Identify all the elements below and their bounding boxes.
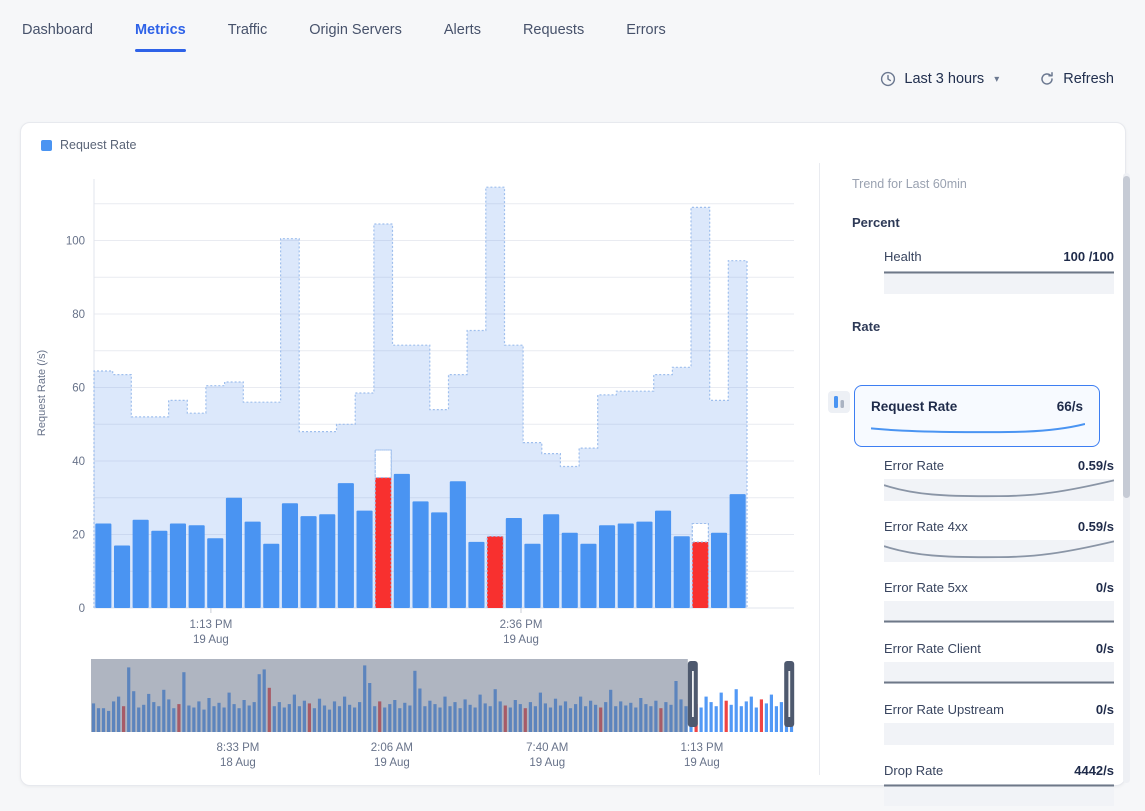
svg-text:0: 0 bbox=[79, 603, 85, 615]
section-heading-rate: Rate bbox=[852, 319, 880, 334]
metric-label: Error Rate 5xx bbox=[884, 580, 968, 595]
sparkline-dip-rise bbox=[884, 540, 1114, 562]
svg-text:1:13 PM: 1:13 PM bbox=[189, 619, 232, 631]
svg-text:18 Aug: 18 Aug bbox=[220, 757, 256, 769]
spark-area bbox=[884, 784, 1114, 806]
metric-label: Error Rate Client bbox=[884, 641, 981, 656]
metric-value: 0/s bbox=[1096, 641, 1114, 656]
metric-label: Error Rate bbox=[884, 458, 944, 473]
svg-text:19 Aug: 19 Aug bbox=[374, 757, 410, 769]
metric-value: 66/s bbox=[1057, 399, 1083, 414]
request-rate-chart[interactable]: 0 20 40 60 80 100 Request Rate (/s) 1:13 PM 19 A… bbox=[21, 123, 821, 787]
sparkline-dip-rise bbox=[884, 479, 1114, 501]
svg-text:80: 80 bbox=[72, 309, 85, 321]
brush-handle-left[interactable] bbox=[688, 661, 698, 727]
trend-title: Trend for Last 60min bbox=[852, 177, 967, 191]
sparkline-flat-bottom bbox=[884, 601, 1114, 623]
spark-area bbox=[884, 662, 1114, 684]
sparkline-flat-top bbox=[884, 784, 1114, 806]
clock-icon bbox=[880, 71, 896, 87]
metric-value: 0.59/s bbox=[1078, 458, 1114, 473]
svg-text:2:06 AM: 2:06 AM bbox=[371, 742, 413, 754]
nav-item-origin-servers[interactable]: Origin Servers bbox=[309, 22, 402, 52]
sidebar-scrollbar-thumb[interactable] bbox=[1123, 176, 1130, 498]
svg-text:7:40 AM: 7:40 AM bbox=[526, 742, 568, 754]
chevron-down-icon: ▾ bbox=[994, 74, 999, 85]
metric-card-request-rate-selected[interactable]: Request Rate 66/s bbox=[854, 385, 1100, 447]
svg-text:Request Rate (/s): Request Rate (/s) bbox=[36, 350, 48, 436]
svg-text:19 Aug: 19 Aug bbox=[193, 634, 229, 646]
spark-area bbox=[884, 540, 1114, 562]
refresh-label: Refresh bbox=[1063, 71, 1114, 87]
time-range-button[interactable]: Last 3 hours ▾ bbox=[880, 71, 999, 87]
spark-area bbox=[884, 601, 1114, 623]
spark-holder bbox=[871, 422, 1085, 434]
bar-chart-icon[interactable] bbox=[828, 391, 850, 413]
nav-item-metrics[interactable]: Metrics bbox=[135, 22, 186, 52]
metric-row-error-rate[interactable]: Error Rate 0.59/s bbox=[884, 458, 1114, 506]
metric-row-error-rate-5xx[interactable]: Error Rate 5xx 0/s bbox=[884, 580, 1114, 628]
metric-row-error-rate-4xx[interactable]: Error Rate 4xx 0.59/s bbox=[884, 519, 1114, 567]
nav-item-dashboard[interactable]: Dashboard bbox=[22, 22, 93, 52]
metric-value: 100 /100 bbox=[1063, 249, 1114, 264]
sparkline-dip-rise-blue bbox=[871, 423, 1085, 435]
metric-row-drop-rate[interactable]: Drop Rate 4442/s bbox=[884, 763, 1114, 811]
metric-label: Health bbox=[884, 249, 922, 264]
metric-label: Request Rate bbox=[871, 399, 957, 414]
controls-row: Last 3 hours ▾ Refresh bbox=[880, 71, 1114, 87]
nav-item-requests[interactable]: Requests bbox=[523, 22, 584, 52]
spark-area bbox=[884, 723, 1114, 745]
sparkline-flat-top bbox=[884, 271, 1114, 294]
metric-label: Drop Rate bbox=[884, 763, 943, 778]
metrics-card: Request Rate 0 20 40 60 80 100 Request Rate (/… bbox=[20, 122, 1126, 786]
nav-item-errors[interactable]: Errors bbox=[626, 22, 665, 52]
trend-sidebar: Trend for Last 60min Percent Health 100 /10… bbox=[819, 163, 1119, 775]
brush-handle-right[interactable] bbox=[784, 661, 794, 727]
refresh-icon bbox=[1039, 71, 1055, 87]
svg-text:20: 20 bbox=[72, 530, 85, 542]
metric-value: 0/s bbox=[1096, 580, 1114, 595]
refresh-button[interactable]: Refresh bbox=[1039, 71, 1114, 87]
spark-area bbox=[884, 479, 1114, 501]
nav-item-traffic[interactable]: Traffic bbox=[228, 22, 267, 52]
metric-row-error-rate-client[interactable]: Error Rate Client 0/s bbox=[884, 641, 1114, 689]
metric-label: Error Rate Upstream bbox=[884, 702, 1004, 717]
svg-text:100: 100 bbox=[66, 236, 85, 248]
svg-text:19 Aug: 19 Aug bbox=[684, 757, 720, 769]
svg-text:40: 40 bbox=[72, 456, 85, 468]
svg-text:2:36 PM: 2:36 PM bbox=[500, 619, 543, 631]
sidebar-scrollbar-track bbox=[1123, 173, 1130, 783]
nav-item-alerts[interactable]: Alerts bbox=[444, 22, 481, 52]
metric-label: Error Rate 4xx bbox=[884, 519, 968, 534]
metric-row-error-rate-upstream[interactable]: Error Rate Upstream 0/s bbox=[884, 702, 1114, 750]
section-heading-percent: Percent bbox=[852, 215, 900, 230]
time-range-label: Last 3 hours bbox=[904, 71, 984, 87]
svg-text:19 Aug: 19 Aug bbox=[529, 757, 565, 769]
metric-value: 0.59/s bbox=[1078, 519, 1114, 534]
svg-text:1:13 PM: 1:13 PM bbox=[680, 742, 723, 754]
spark-area bbox=[884, 271, 1114, 294]
metric-value: 4442/s bbox=[1074, 763, 1114, 778]
metric-value: 0/s bbox=[1096, 702, 1114, 717]
top-nav: Dashboard Metrics Traffic Origin Servers Ale… bbox=[22, 22, 666, 52]
sparkline-flat-bottom bbox=[884, 662, 1114, 684]
svg-text:19 Aug: 19 Aug bbox=[503, 634, 539, 646]
metrics-dashboard: Dashboard Metrics Traffic Origin Servers Ale… bbox=[0, 0, 1145, 808]
metric-row-health[interactable]: Health 100 /100 bbox=[884, 249, 1114, 297]
svg-text:60: 60 bbox=[72, 383, 85, 395]
svg-text:8:33 PM: 8:33 PM bbox=[217, 742, 260, 754]
